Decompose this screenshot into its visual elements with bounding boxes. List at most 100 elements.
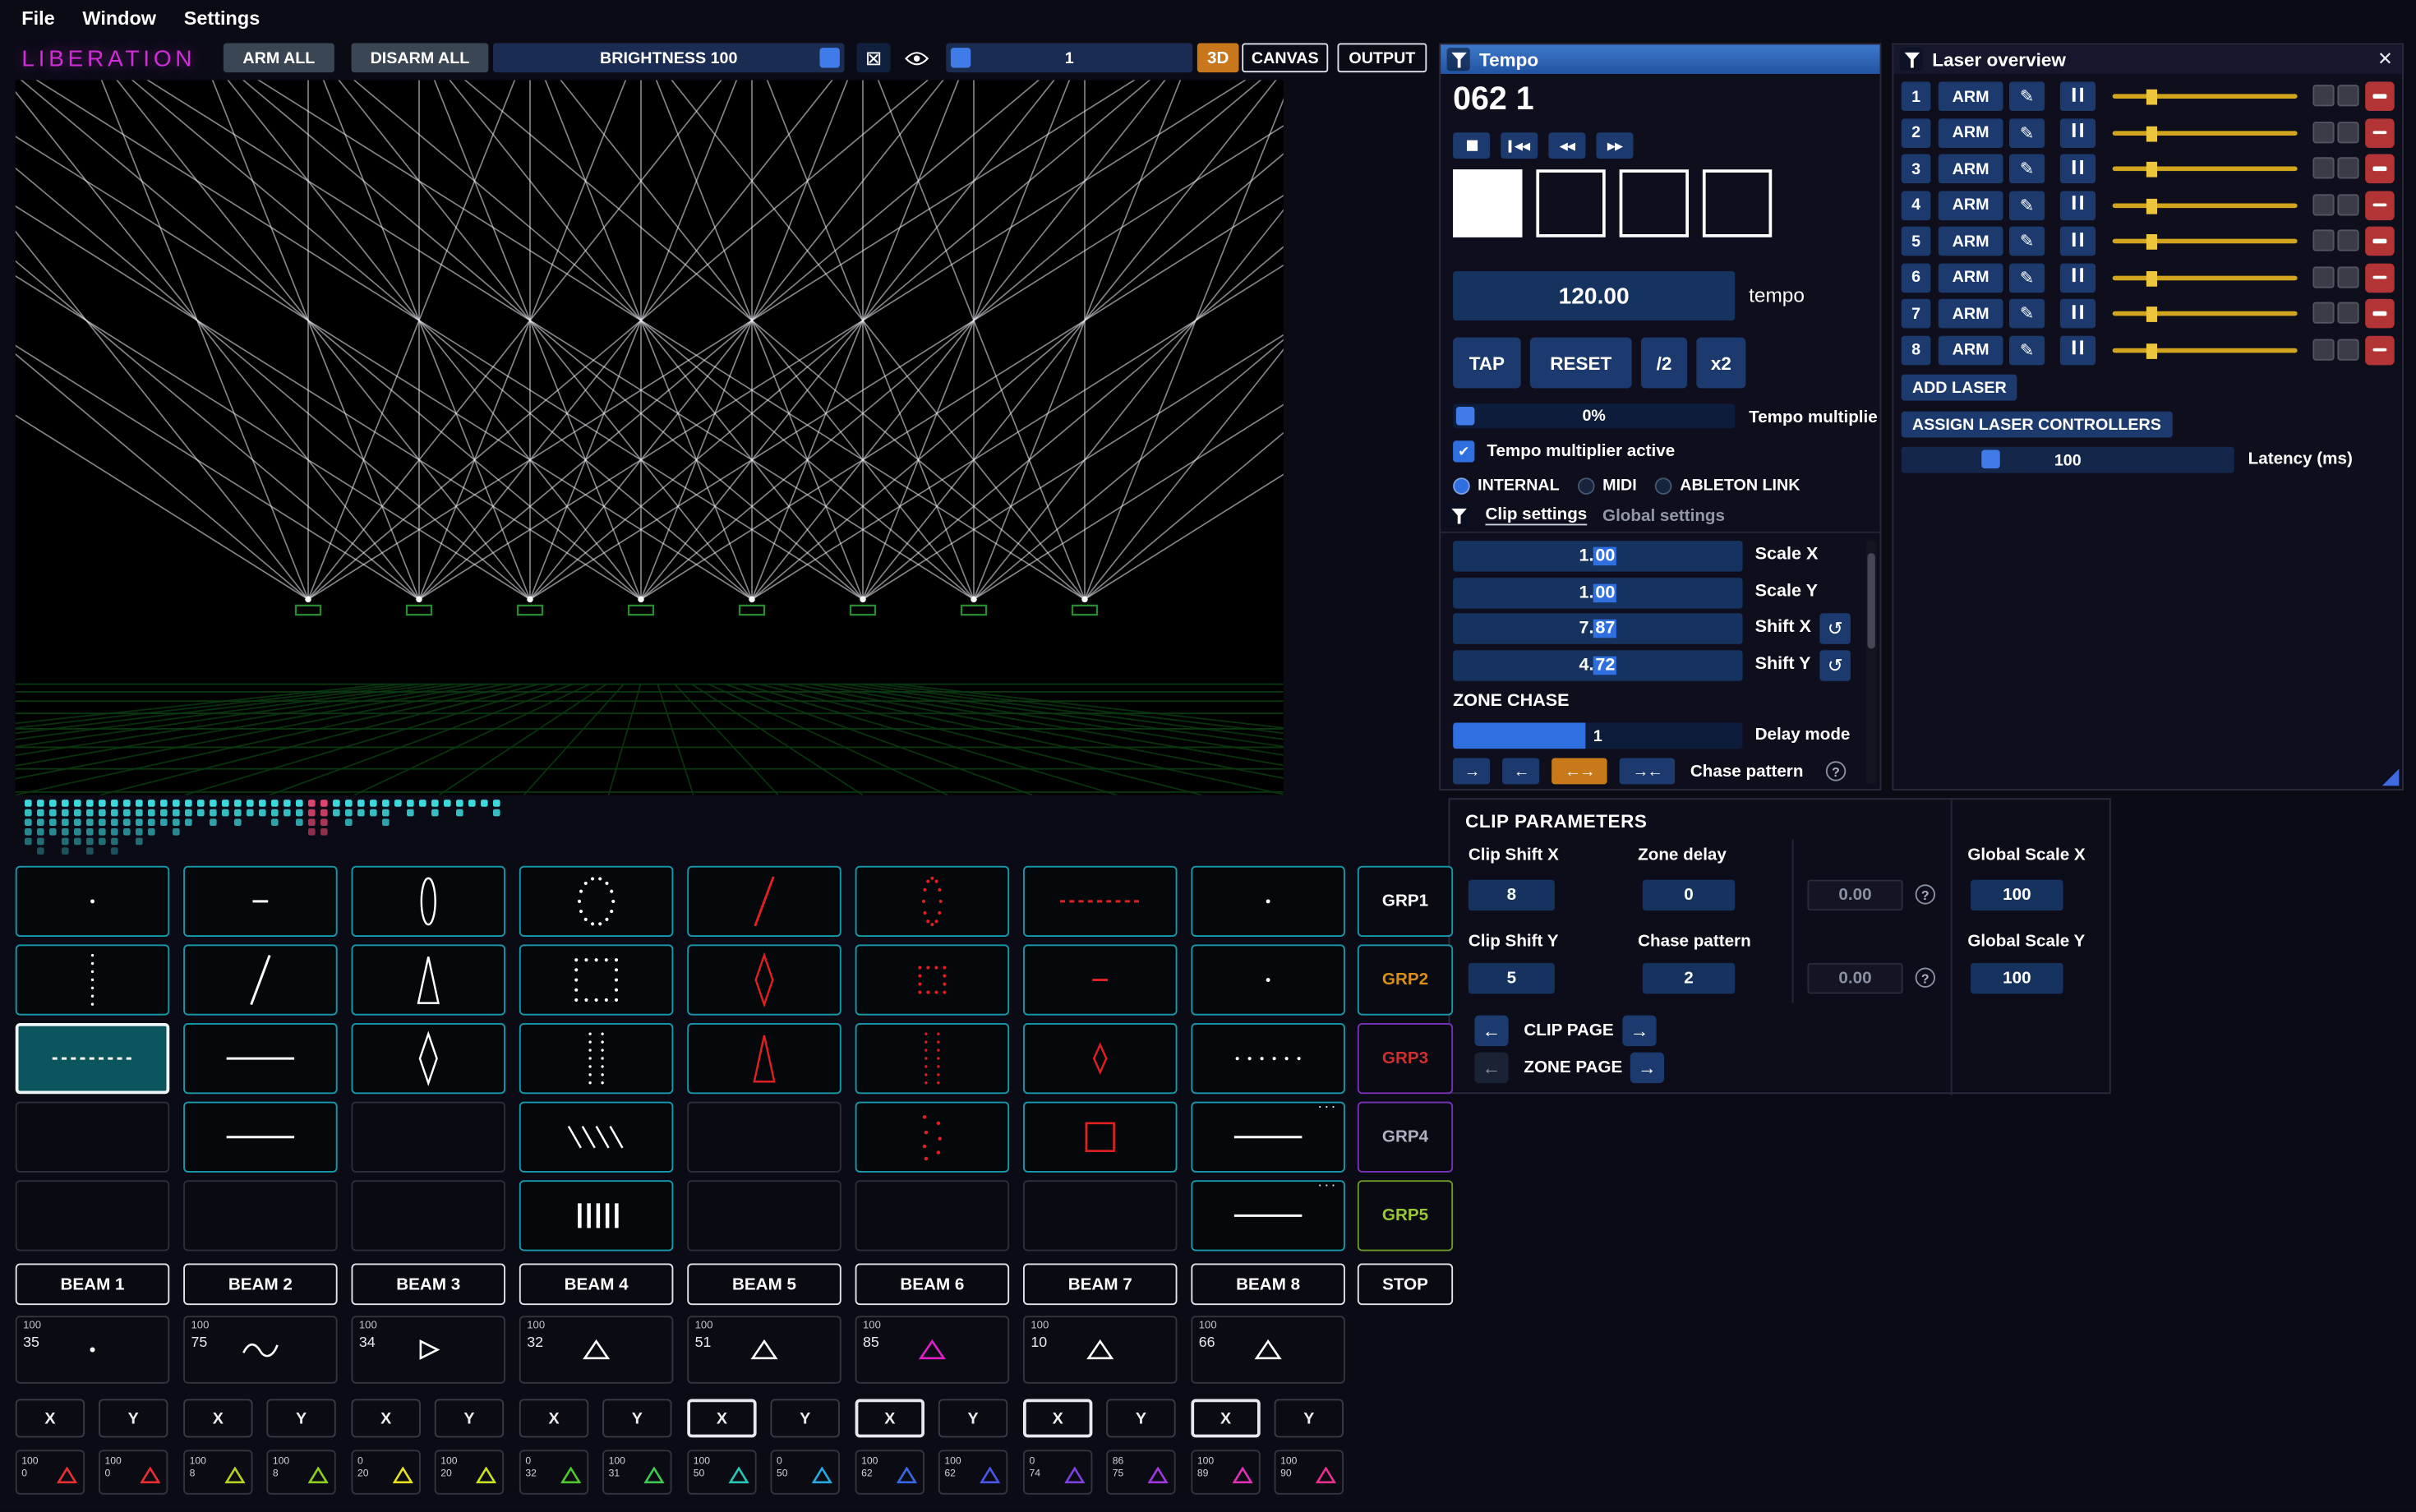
- group-button-1[interactable]: GRP1: [1358, 866, 1453, 937]
- laser-7-toggle-a[interactable]: [2312, 302, 2334, 324]
- laser-4-remove-button[interactable]: [2365, 191, 2395, 220]
- clip-cell-r2c2[interactable]: [183, 944, 338, 1015]
- laser-1-intensity-slider[interactable]: [2113, 81, 2298, 111]
- laser-2-intensity-slider[interactable]: [2113, 118, 2298, 147]
- brightness-slider[interactable]: BRIGHTNESS 100: [493, 44, 845, 73]
- slider-handle[interactable]: [2146, 90, 2157, 105]
- help-icon[interactable]: ?: [1916, 968, 1935, 988]
- y-axis-button-8[interactable]: Y: [1275, 1399, 1344, 1438]
- laser-3-pause-button[interactable]: [2060, 154, 2096, 184]
- clip-cell-r1c6[interactable]: [855, 866, 1010, 937]
- disarm-all-button[interactable]: DISARM ALL: [352, 44, 489, 73]
- shift-x-reset-button[interactable]: ↺: [1819, 613, 1851, 644]
- laser-2-pause-button[interactable]: [2060, 118, 2096, 147]
- laser-1-pause-button[interactable]: [2060, 81, 2096, 111]
- group-button-5[interactable]: GRP5: [1358, 1180, 1453, 1251]
- clip-cell-r4c5[interactable]: [687, 1102, 841, 1173]
- clip-cell-r3c3[interactable]: [352, 1023, 506, 1094]
- laser-3-intensity-slider[interactable]: [2113, 154, 2298, 184]
- x-axis-button-5[interactable]: X: [687, 1399, 756, 1438]
- scrollbar-thumb[interactable]: [1868, 553, 1875, 648]
- zone-cell-8[interactable]: 100 31: [602, 1450, 671, 1494]
- group-button-4[interactable]: GRP4: [1358, 1102, 1453, 1173]
- clip-cell-r4c4[interactable]: [519, 1102, 674, 1173]
- zone-cell-2[interactable]: 100 0: [99, 1450, 168, 1494]
- half-tempo-button[interactable]: /2: [1641, 338, 1687, 389]
- reset-tempo-button[interactable]: RESET: [1530, 338, 1632, 389]
- zone-cell-3[interactable]: 100 8: [183, 1450, 252, 1494]
- zone-cell-12[interactable]: 100 62: [938, 1450, 1007, 1494]
- chase-bounce-button[interactable]: ←→: [1551, 758, 1607, 785]
- laser-4-arm-button[interactable]: ARM: [1939, 191, 2003, 220]
- fader-cell-1[interactable]: 100 35: [16, 1316, 170, 1384]
- laser-7-edit-button[interactable]: ✎: [2009, 299, 2045, 329]
- laser-7-arm-button[interactable]: ARM: [1939, 299, 2003, 329]
- clip-shift-x-input[interactable]: 8: [1469, 880, 1555, 911]
- clip-cell-r2c8[interactable]: [1191, 944, 1345, 1015]
- fader-cell-3[interactable]: 100 34: [352, 1316, 506, 1384]
- clip-cell-r3c8[interactable]: [1191, 1023, 1345, 1094]
- chase-left-button[interactable]: ←: [1502, 758, 1539, 785]
- fader-cell-6[interactable]: 100 85: [855, 1316, 1010, 1384]
- slider-handle[interactable]: [2146, 126, 2157, 141]
- laser-8-intensity-slider[interactable]: [2113, 335, 2298, 365]
- x-axis-button-7[interactable]: X: [1023, 1399, 1092, 1438]
- clip-page-prev-button[interactable]: ←: [1474, 1016, 1508, 1047]
- laser-3-toggle-b[interactable]: [2337, 157, 2358, 178]
- clip-cell-r2c1[interactable]: [16, 944, 170, 1015]
- group-button-2[interactable]: GRP2: [1358, 944, 1453, 1015]
- chase-pattern-input[interactable]: 2: [1643, 963, 1736, 994]
- clip-cell-r5c4[interactable]: [519, 1180, 674, 1251]
- x-axis-button-6[interactable]: X: [855, 1399, 924, 1438]
- clip-cell-r1c8[interactable]: [1191, 866, 1345, 937]
- tap-button[interactable]: TAP: [1453, 338, 1521, 389]
- laser-1-remove-button[interactable]: [2365, 81, 2395, 111]
- y-axis-button-3[interactable]: Y: [435, 1399, 504, 1438]
- laser-5-toggle-b[interactable]: [2337, 229, 2358, 251]
- zone-cell-11[interactable]: 100 62: [855, 1450, 924, 1494]
- clip-cell-r4c8[interactable]: ···: [1191, 1102, 1345, 1173]
- zone-cell-5[interactable]: 0 20: [352, 1450, 421, 1494]
- laser-5-arm-button[interactable]: ARM: [1939, 227, 2003, 256]
- laser-2-arm-button[interactable]: ARM: [1939, 118, 2003, 147]
- zone-cell-1[interactable]: 100 0: [16, 1450, 85, 1494]
- beam-button-8[interactable]: BEAM 8: [1191, 1264, 1345, 1306]
- slider-handle[interactable]: [2146, 234, 2157, 250]
- beam-button-6[interactable]: BEAM 6: [855, 1264, 1010, 1306]
- laser-8-arm-button[interactable]: ARM: [1939, 335, 2003, 365]
- laser-5-remove-button[interactable]: [2365, 227, 2395, 256]
- menu-item-file[interactable]: File: [21, 7, 54, 29]
- clip-cell-r2c6[interactable]: [855, 944, 1010, 1015]
- shift-x-input[interactable]: 7.87: [1453, 613, 1743, 644]
- clip-cell-r3c6[interactable]: [855, 1023, 1010, 1094]
- x-axis-button-3[interactable]: X: [352, 1399, 421, 1438]
- sync-radio-ableton-link[interactable]: ABLETON LINK: [1655, 476, 1800, 495]
- laser-6-intensity-slider[interactable]: [2113, 263, 2298, 293]
- clip-cell-r4c2[interactable]: [183, 1102, 338, 1173]
- slider-handle[interactable]: [2146, 343, 2157, 358]
- global-scale-y-input[interactable]: 100: [1971, 963, 2063, 994]
- laser-5-intensity-slider[interactable]: [2113, 227, 2298, 256]
- latency-slider[interactable]: 100: [1902, 447, 2234, 473]
- laser-6-toggle-b[interactable]: [2337, 265, 2358, 287]
- zone-cell-15[interactable]: 100 89: [1191, 1450, 1260, 1494]
- clip-menu-dots[interactable]: ···: [1317, 1178, 1337, 1195]
- y-axis-button-4[interactable]: Y: [602, 1399, 671, 1438]
- chase-right-button[interactable]: →: [1453, 758, 1490, 785]
- laser-7-intensity-slider[interactable]: [2113, 299, 2298, 329]
- clip-cell-r5c7[interactable]: [1023, 1180, 1178, 1251]
- 3d-view-button[interactable]: 3D: [1197, 44, 1239, 73]
- laser-7-pause-button[interactable]: [2060, 299, 2096, 329]
- global-scale-x-input[interactable]: 100: [1971, 880, 2063, 911]
- clip-page-next-button[interactable]: →: [1622, 1016, 1656, 1047]
- laser-7-remove-button[interactable]: [2365, 299, 2395, 329]
- beam-button-2[interactable]: BEAM 2: [183, 1264, 338, 1306]
- laser-2-toggle-b[interactable]: [2337, 121, 2358, 142]
- add-laser-button[interactable]: ADD LASER: [1902, 375, 2017, 401]
- clip-cell-r1c4[interactable]: [519, 866, 674, 937]
- tempo-multiplier-slider[interactable]: 0%: [1453, 403, 1735, 428]
- clip-cell-r2c5[interactable]: [687, 944, 841, 1015]
- clip-cell-r2c3[interactable]: [352, 944, 506, 1015]
- preview-3d-viewport[interactable]: [16, 81, 1284, 795]
- scrollbar[interactable]: [1866, 541, 1877, 784]
